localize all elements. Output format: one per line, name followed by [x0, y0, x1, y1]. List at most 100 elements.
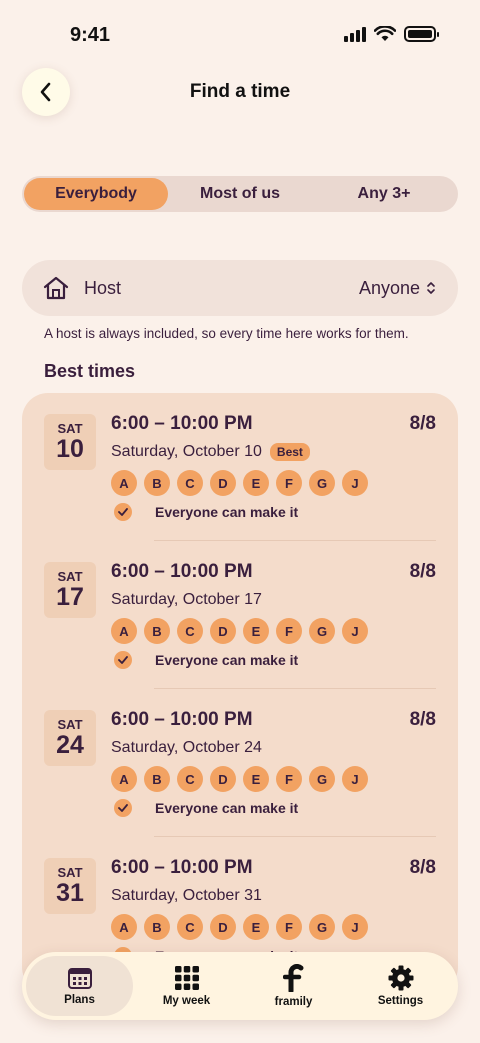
grid-icon [174, 966, 199, 990]
cellular-signal-icon [344, 26, 366, 42]
wifi-icon [374, 26, 396, 41]
segment-everybody[interactable]: Everybody [24, 178, 168, 210]
date-badge: SAT 17 [44, 562, 96, 618]
avatar: B [144, 470, 170, 496]
segment-any-3-plus[interactable]: Any 3+ [312, 178, 456, 210]
chevron-up-down-icon [427, 282, 435, 294]
tab-label: framily [274, 996, 313, 1008]
avatar: D [210, 470, 236, 496]
tab-plans[interactable]: Plans [26, 956, 133, 1016]
avatar: F [276, 618, 302, 644]
host-value: Anyone [359, 278, 436, 299]
date-day-number: 17 [56, 583, 84, 611]
availability-status: Everyone can make it [114, 799, 298, 817]
page-title: Find a time [189, 81, 291, 102]
checkmark-icon [114, 651, 132, 669]
full-date: Saturday, October 31 [111, 887, 262, 905]
avatar: G [309, 914, 335, 940]
tab-label: My week [162, 995, 211, 1007]
host-value-text: Anyone [358, 277, 420, 298]
availability-text: Everyone can make it [155, 652, 299, 668]
attendance-count: 8/8 [409, 413, 436, 434]
availability-status: Everyone can make it [114, 503, 298, 521]
avatar-group: A B C D E F G J [111, 470, 368, 496]
avatar: B [144, 618, 170, 644]
time-slot-row[interactable]: SAT 10 6:00 – 10:00 PM 8/8 Saturday, Oct… [22, 393, 458, 541]
time-range: 6:00 – 10:00 PM [111, 857, 253, 878]
attendance-filter: Everybody Most of us Any 3+ [22, 176, 458, 212]
full-date-text: Saturday, October 17 [111, 591, 262, 608]
tab-framily[interactable]: framily [240, 956, 347, 1016]
avatar: D [210, 618, 236, 644]
date-day-of-week: SAT [57, 569, 83, 584]
availability-text: Everyone can make it [155, 504, 299, 520]
tab-label: Plans [64, 994, 95, 1006]
availability-text: Everyone can make it [155, 800, 299, 816]
attendance-count: 8/8 [409, 561, 436, 582]
checkmark-icon [114, 503, 132, 521]
calendar-icon [67, 968, 92, 989]
date-day-of-week: SAT [57, 865, 83, 880]
framily-logo-icon [282, 964, 303, 992]
tab-settings[interactable]: Settings [347, 956, 454, 1016]
tab-bar: Plans My week framily Settings [22, 952, 458, 1020]
best-badge: Best [269, 443, 310, 461]
avatar: G [309, 618, 335, 644]
date-day-number: 31 [56, 879, 84, 907]
date-day-number: 24 [56, 731, 84, 759]
avatar: J [342, 766, 368, 792]
date-badge: SAT 10 [44, 414, 96, 470]
avatar: J [342, 914, 368, 940]
segment-most-of-us[interactable]: Most of us [168, 178, 312, 210]
avatar-group: A B C D E F G J [111, 914, 368, 940]
full-date-text: Saturday, October 24 [111, 739, 262, 756]
host-label: Host [84, 277, 122, 298]
date-badge: SAT 31 [44, 858, 96, 914]
avatar: B [144, 914, 170, 940]
date-day-of-week: SAT [57, 717, 83, 732]
date-badge: SAT 24 [44, 710, 96, 766]
full-date: Saturday, October 17 [111, 591, 262, 609]
avatar: G [309, 470, 335, 496]
date-day-of-week: SAT [57, 421, 83, 436]
avatar: C [177, 914, 203, 940]
avatar: D [210, 914, 236, 940]
best-times-heading: Best times [44, 361, 136, 381]
avatar: J [342, 618, 368, 644]
status-bar: 9:41 [0, 0, 480, 70]
time-slot-row[interactable]: SAT 24 6:00 – 10:00 PM 8/8 Saturday, Oct… [22, 689, 458, 837]
tab-my-week[interactable]: My week [133, 956, 240, 1016]
avatar: E [243, 618, 269, 644]
time-slot-row[interactable]: SAT 17 6:00 – 10:00 PM 8/8 Saturday, Oct… [22, 541, 458, 689]
full-date-text: Saturday, October 10 [111, 443, 262, 460]
avatar: F [276, 470, 302, 496]
host-selector[interactable]: Host Anyone [22, 260, 458, 316]
status-time: 9:41 [70, 24, 111, 46]
avatar: J [342, 470, 368, 496]
status-icons [344, 26, 439, 42]
avatar: A [111, 470, 137, 496]
full-date-text: Saturday, October 31 [111, 887, 262, 904]
avatar: E [243, 914, 269, 940]
time-range: 6:00 – 10:00 PM [111, 413, 253, 434]
availability-status: Everyone can make it [114, 651, 298, 669]
best-times-list: SAT 10 6:00 – 10:00 PM 8/8 Saturday, Oct… [22, 393, 458, 993]
full-date: Saturday, October 24 [111, 739, 262, 757]
gear-icon [388, 965, 413, 991]
avatar: C [177, 618, 203, 644]
avatar-group: A B C D E F G J [111, 618, 368, 644]
avatar: B [144, 766, 170, 792]
avatar: F [276, 766, 302, 792]
full-date: Saturday, October 10 Best [111, 443, 310, 461]
avatar: E [243, 766, 269, 792]
avatar: E [243, 470, 269, 496]
checkmark-icon [114, 799, 132, 817]
tab-label: Settings [377, 995, 424, 1007]
avatar: A [111, 618, 137, 644]
time-range: 6:00 – 10:00 PM [111, 709, 253, 730]
avatar: C [177, 470, 203, 496]
attendance-count: 8/8 [409, 709, 436, 730]
battery-icon [404, 26, 439, 42]
avatar: A [111, 766, 137, 792]
time-range: 6:00 – 10:00 PM [111, 561, 253, 582]
